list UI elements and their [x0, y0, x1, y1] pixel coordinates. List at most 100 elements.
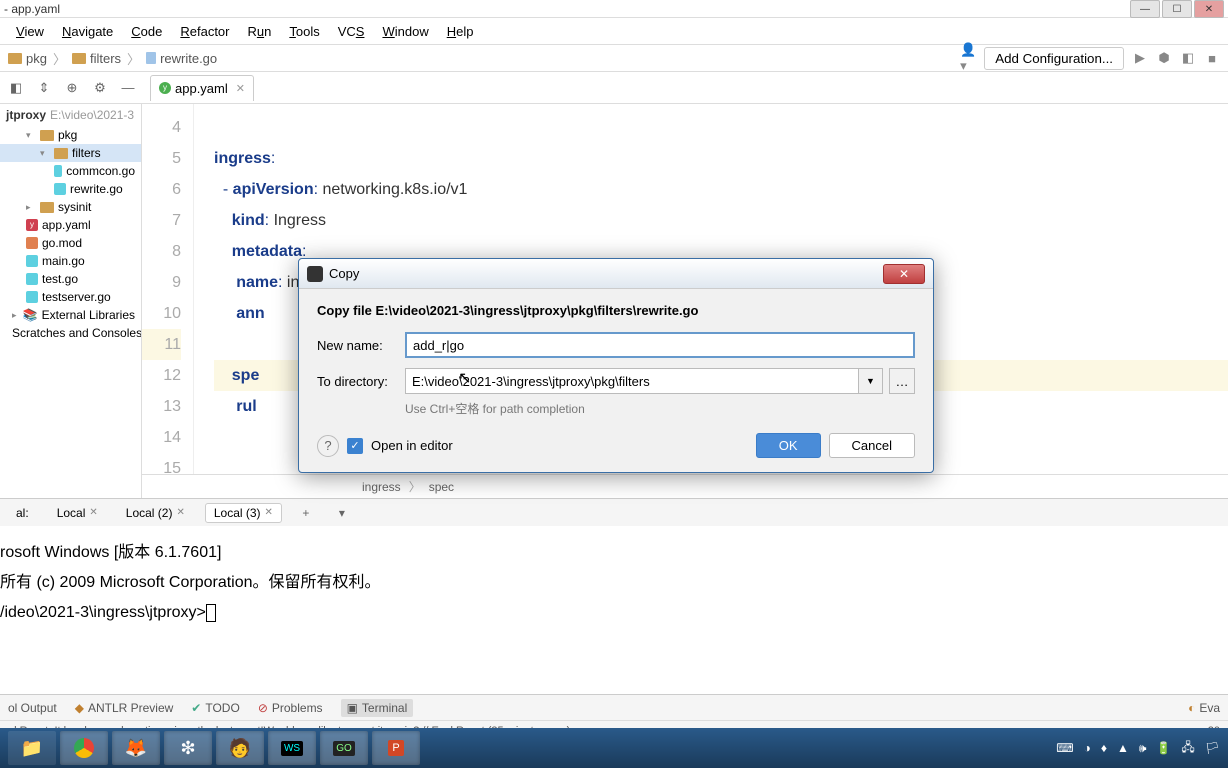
- menu-view[interactable]: View: [8, 22, 52, 41]
- tool-antlr[interactable]: ◆ANTLR Preview: [75, 701, 174, 715]
- tray-icon[interactable]: 🕪: [1139, 741, 1147, 756]
- name-input[interactable]: [405, 332, 915, 358]
- hide-button[interactable]: —: [116, 76, 140, 100]
- tray-icon[interactable]: ◑: [1084, 741, 1091, 755]
- close-button[interactable]: ✕: [1194, 0, 1224, 18]
- go-icon: [26, 255, 38, 267]
- taskbar: 📁 🦊 ❇ 🧑 WS GO P ⌨ ◑ ♦ ▲ 🕪 🔋 🖧 🏳: [0, 728, 1228, 768]
- dialog-close-button[interactable]: ✕: [883, 264, 925, 284]
- sidebar-item-label: commcon.go: [66, 164, 135, 178]
- menu-run[interactable]: Run: [240, 22, 280, 41]
- sidebar-item-sysinit[interactable]: ▸sysinit: [0, 198, 141, 216]
- terminal-line: 所有 (c) 2009 Microsoft Corporation。保留所有权利…: [0, 568, 1228, 598]
- sidebar-item-main-go[interactable]: main.go: [0, 252, 141, 270]
- sidebar-item-commcon-go[interactable]: commcon.go: [0, 162, 141, 180]
- editor-tab[interactable]: y app.yaml ✕: [150, 75, 254, 101]
- terminal-line: /ideo\2021-3\ingress\jtproxy>: [0, 598, 1228, 628]
- menu-window[interactable]: Window: [374, 22, 436, 41]
- run-icon[interactable]: ▶: [1132, 50, 1148, 66]
- dir-hint: Use Ctrl+空格 for path completion: [405, 400, 915, 417]
- menu-refactor[interactable]: Refactor: [172, 22, 237, 41]
- menu-navigate[interactable]: Navigate: [54, 22, 121, 41]
- tray-icon[interactable]: ⌨: [1056, 741, 1073, 755]
- tool-output[interactable]: ol Output: [8, 701, 57, 715]
- project-root[interactable]: jtproxy E:\video\2021-3: [0, 104, 141, 126]
- help-button[interactable]: ?: [317, 435, 339, 457]
- tool-terminal[interactable]: ▣Terminal: [341, 699, 414, 717]
- breadcrumb-file[interactable]: rewrite.go: [146, 51, 217, 66]
- bc-spec[interactable]: spec: [429, 480, 454, 494]
- sidebar-item-app-yaml[interactable]: yapp.yaml: [0, 216, 141, 234]
- tray-icon[interactable]: 🏳: [1205, 741, 1220, 755]
- ok-button[interactable]: OK: [756, 433, 821, 458]
- file-icon: [146, 52, 156, 64]
- minimize-button[interactable]: —: [1130, 0, 1160, 18]
- tray-icon[interactable]: ▲: [1117, 741, 1129, 755]
- task-app1[interactable]: ❇: [164, 731, 212, 765]
- navbar: pkg 〉 filters 〉 rewrite.go 👤▾ Add Config…: [0, 44, 1228, 72]
- terminal[interactable]: rosoft Windows [版本 6.1.7601] 所有 (c) 2009…: [0, 526, 1228, 694]
- term-tab-al[interactable]: al:: [8, 504, 37, 522]
- sidebar-item-test-go[interactable]: test.go: [0, 270, 141, 288]
- go-icon: [54, 165, 62, 177]
- menu-help[interactable]: Help: [439, 22, 482, 41]
- tool-eval[interactable]: ◐Eva: [1188, 701, 1220, 715]
- cancel-button[interactable]: Cancel: [829, 433, 915, 458]
- tool-todo[interactable]: ✔TODO: [191, 701, 240, 715]
- sidebar-item-scratches-and-consoles[interactable]: Scratches and Consoles: [0, 324, 141, 342]
- task-chrome[interactable]: [60, 731, 108, 765]
- sidebar-item-pkg[interactable]: ▾pkg: [0, 126, 141, 144]
- task-powerpoint[interactable]: P: [372, 731, 420, 765]
- maximize-button[interactable]: ☐: [1162, 0, 1192, 18]
- new-terminal-button[interactable]: +: [294, 501, 318, 525]
- task-goland[interactable]: GO: [320, 731, 368, 765]
- breadcrumb-pkg[interactable]: pkg: [8, 51, 47, 66]
- term-tab-local2[interactable]: Local (2)✕: [118, 504, 193, 522]
- dir-dropdown-button[interactable]: ▼: [859, 368, 883, 394]
- sidebar-item-label: testserver.go: [42, 290, 111, 304]
- menu-code[interactable]: Code: [123, 22, 170, 41]
- tray-icon[interactable]: 🖧: [1181, 738, 1194, 759]
- terminal-more-button[interactable]: ▾: [330, 501, 354, 525]
- tray-icon[interactable]: 🔋: [1156, 741, 1171, 755]
- sidebar-item-label: External Libraries: [42, 308, 135, 322]
- terminal-line: rosoft Windows [版本 6.1.7601]: [0, 538, 1228, 568]
- sidebar-item-filters[interactable]: ▾filters: [0, 144, 141, 162]
- tab-close-icon[interactable]: ✕: [236, 82, 245, 95]
- sidebar-item-label: app.yaml: [42, 218, 91, 232]
- sidebar-item-go-mod[interactable]: go.mod: [0, 234, 141, 252]
- terminal-tabs: al: Local✕ Local (2)✕ Local (3)✕ + ▾: [0, 498, 1228, 526]
- cursor-icon: [206, 604, 216, 622]
- debug-icon[interactable]: ⬢: [1156, 50, 1172, 66]
- menu-vcs[interactable]: VCS: [330, 22, 373, 41]
- open-in-editor-checkbox[interactable]: ✓: [347, 438, 363, 454]
- user-icon[interactable]: 👤▾: [960, 50, 976, 66]
- sidebar-item-rewrite-go[interactable]: rewrite.go: [0, 180, 141, 198]
- tool-problems[interactable]: ⊘Problems: [258, 701, 323, 715]
- term-tab-local[interactable]: Local✕: [49, 504, 106, 522]
- coverage-icon[interactable]: ◧: [1180, 50, 1196, 66]
- project-switch-button[interactable]: ◧: [4, 76, 28, 100]
- breadcrumb-filters[interactable]: filters: [72, 51, 121, 66]
- tray-icon[interactable]: ♦: [1101, 741, 1107, 755]
- lib-icon: 📚: [23, 308, 38, 322]
- expand-button[interactable]: ⊕: [60, 76, 84, 100]
- menu-tools[interactable]: Tools: [281, 22, 327, 41]
- term-tab-local3[interactable]: Local (3)✕: [205, 503, 282, 523]
- task-app2[interactable]: 🧑: [216, 731, 264, 765]
- sidebar-item-external-libraries[interactable]: ▸📚External Libraries: [0, 306, 141, 324]
- add-configuration-button[interactable]: Add Configuration...: [984, 47, 1124, 70]
- task-firefox[interactable]: 🦊: [112, 731, 160, 765]
- sidebar-item-label: rewrite.go: [70, 182, 123, 196]
- task-explorer[interactable]: 📁: [8, 731, 56, 765]
- folder-icon: [54, 148, 68, 159]
- dialog-titlebar[interactable]: Copy ✕: [299, 259, 933, 289]
- task-webstorm[interactable]: WS: [268, 731, 316, 765]
- settings-icon[interactable]: ⚙: [88, 76, 112, 100]
- collapse-button[interactable]: ⇕: [32, 76, 56, 100]
- stop-icon[interactable]: ■: [1204, 50, 1220, 66]
- dir-input[interactable]: E:\video\2021-3\ingress\jtproxy\pkg\filt…: [405, 368, 859, 394]
- dir-browse-button[interactable]: …: [889, 368, 915, 394]
- bc-ingress[interactable]: ingress: [362, 480, 401, 494]
- sidebar-item-testserver-go[interactable]: testserver.go: [0, 288, 141, 306]
